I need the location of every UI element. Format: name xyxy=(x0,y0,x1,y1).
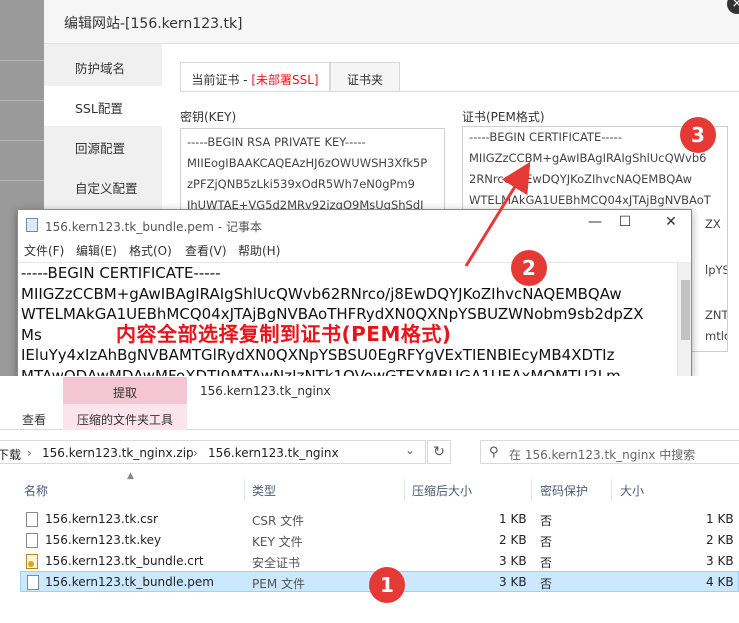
annotation-arrow xyxy=(464,161,531,267)
step-badge-1: 1 xyxy=(369,567,405,603)
step-badge-2: 2 xyxy=(511,250,547,286)
screen: 编辑网站-[156.kern123.tk] × 防护域名 SSL配置 回源配置 … xyxy=(0,0,739,623)
step-badge-3: 3 xyxy=(680,117,716,153)
